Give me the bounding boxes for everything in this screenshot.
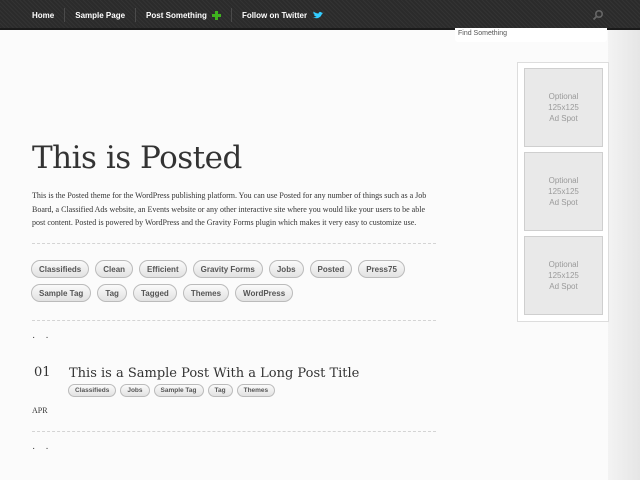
page-title: This is Posted [32, 140, 242, 176]
page-edge [608, 30, 640, 480]
post-tag-link[interactable]: Themes [236, 384, 276, 397]
divider [32, 431, 436, 432]
divider [32, 320, 436, 321]
nav-home-label: Home [32, 10, 55, 20]
separator-dots: ·· [32, 332, 59, 343]
divider [32, 243, 436, 244]
nav-post-something-label: Post Something [146, 10, 207, 20]
nav-sample-page-label: Sample Page [75, 10, 126, 20]
tag-link[interactable]: Tag [97, 284, 127, 302]
tag-link[interactable]: Jobs [268, 260, 304, 278]
separator-dots: ·· [32, 443, 59, 454]
ad-spot-text: Optional 125x125 Ad Spot [548, 260, 579, 291]
search-input[interactable]: Find Something [455, 28, 607, 42]
post-tag-link[interactable]: Classifieds [68, 384, 117, 397]
post-date-month: APR [32, 406, 48, 415]
tag-link[interactable]: Classifieds [31, 260, 90, 278]
tag-link[interactable]: Sample Tag [31, 284, 92, 302]
post-tag-link[interactable]: Jobs [120, 384, 150, 397]
search-icon[interactable] [592, 9, 604, 21]
nav-sample-page[interactable]: Sample Page [64, 8, 135, 22]
ad-spot-text: Optional 125x125 Ad Spot [548, 92, 579, 123]
nav-post-something[interactable]: Post Something [135, 8, 231, 22]
post-tags: Classifieds Jobs Sample Tag Tag Themes [68, 384, 279, 397]
intro-text: This is the Posted theme for the WordPre… [32, 191, 427, 227]
post-title-link[interactable]: This is a Sample Post With a Long Post T… [69, 366, 359, 381]
ad-spot-text: Optional 125x125 Ad Spot [548, 176, 579, 207]
main-nav: Home Sample Page Post Something Follow o… [22, 0, 334, 30]
nav-follow-twitter[interactable]: Follow on Twitter [230, 8, 334, 22]
tag-link[interactable]: Press75 [358, 260, 405, 278]
tag-link[interactable]: WordPress [235, 284, 294, 302]
ad-spot[interactable]: Optional 125x125 Ad Spot [524, 236, 603, 315]
plus-icon [211, 10, 221, 20]
post-date-day: 01 [34, 365, 51, 380]
nav-follow-twitter-label: Follow on Twitter [241, 10, 308, 20]
search-placeholder: Find Something [458, 30, 508, 37]
tag-link[interactable]: Gravity Forms [192, 260, 263, 278]
ad-sidebar: Optional 125x125 Ad Spot Optional 125x125 Ad… [517, 62, 609, 322]
nav-home[interactable]: Home [22, 8, 64, 22]
tag-cloud: Classifieds Clean Efficient Gravity Form… [31, 260, 431, 308]
tag-link[interactable]: Clean [95, 260, 134, 278]
tag-link[interactable]: Themes [182, 284, 230, 302]
tag-link[interactable]: Tagged [132, 284, 177, 302]
ad-spot[interactable]: Optional 125x125 Ad Spot [524, 68, 603, 147]
twitter-bird-icon [313, 11, 324, 18]
post-tag-link[interactable]: Sample Tag [153, 384, 204, 397]
tag-link[interactable]: Posted [309, 260, 353, 278]
tag-link[interactable]: Efficient [139, 260, 187, 278]
ad-spot[interactable]: Optional 125x125 Ad Spot [524, 152, 603, 231]
top-navigation-bar: Home Sample Page Post Something Follow o… [0, 0, 640, 30]
post-tag-link[interactable]: Tag [207, 384, 233, 397]
